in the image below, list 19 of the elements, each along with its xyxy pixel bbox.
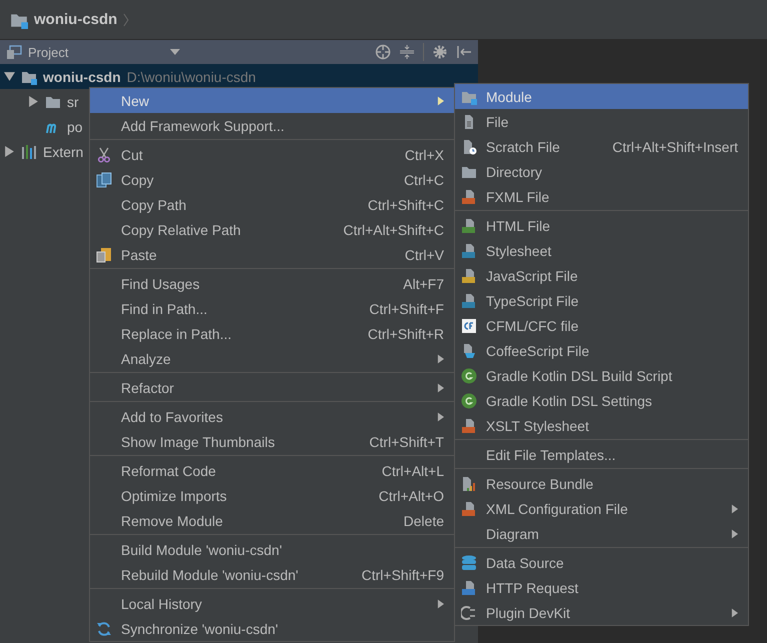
tree-label: Extern xyxy=(43,144,84,158)
shortcut-text: Ctrl+Alt+L xyxy=(382,462,444,478)
shortcut-text: Ctrl+X xyxy=(404,146,444,162)
tree-label: woniu-csdn xyxy=(43,70,121,84)
shortcut-text: Ctrl+Alt+Shift+Insert xyxy=(612,138,738,154)
path-text: D:\woniu\woniu-csdn xyxy=(126,70,256,84)
shortcut-text: Ctrl+Shift+C xyxy=(368,196,444,212)
shortcut-text: Ctrl+Shift+F xyxy=(369,300,444,316)
shortcut-text: Ctrl+Shift+R xyxy=(368,326,444,342)
shortcut-text: Delete xyxy=(404,512,444,528)
shortcut-text: Ctrl+Shift+T xyxy=(369,434,444,450)
shortcut-text: Ctrl+Shift+F9 xyxy=(362,566,444,582)
tree-label: sr xyxy=(67,94,79,108)
shortcut-text: Alt+F7 xyxy=(403,276,444,292)
shortcut-text: Ctrl+V xyxy=(404,246,444,262)
shortcut-text: Ctrl+Alt+O xyxy=(378,488,444,504)
shortcut-text: Ctrl+Alt+Shift+C xyxy=(343,222,444,238)
shortcut-text: Ctrl+C xyxy=(404,172,444,188)
tree-label: po xyxy=(67,120,83,134)
